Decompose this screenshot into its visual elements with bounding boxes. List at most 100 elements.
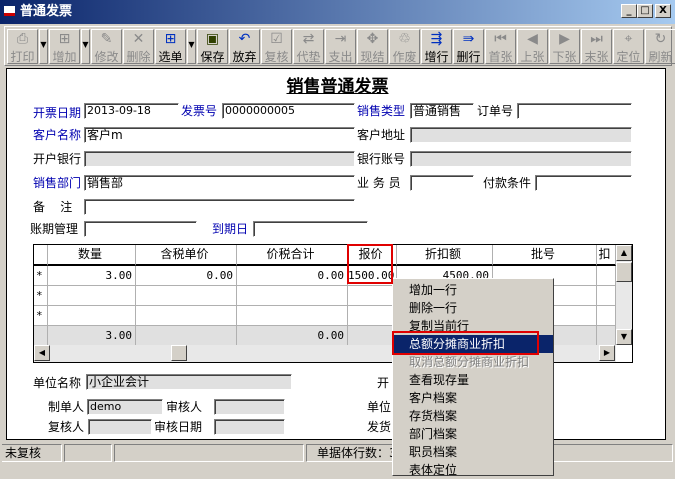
toolbar-button-9[interactable]: ⇥ 支出 <box>325 29 356 64</box>
toolbar-button-1[interactable]: ⊞ 增加 <box>49 29 80 64</box>
menu-item[interactable]: 增加一行 <box>393 281 553 299</box>
dropdown-arrow-icon[interactable]: ▼ <box>39 29 48 64</box>
table-cell[interactable] <box>136 306 237 326</box>
reviewer-input[interactable] <box>88 419 152 435</box>
table-cell[interactable]: 3.00 <box>48 266 136 286</box>
totals-cell[interactable] <box>597 326 616 346</box>
sale-type-select[interactable]: 普通销售 <box>410 103 474 119</box>
menu-item[interactable]: 表体定位 <box>393 461 553 479</box>
dropdown-arrow-icon[interactable]: ▼ <box>81 29 90 64</box>
scroll-down-icon[interactable]: ▼ <box>616 329 632 345</box>
toolbar-button-19[interactable]: ↻ 刷新 <box>645 29 675 64</box>
invoice-no-input[interactable]: 0000000005 <box>222 103 355 119</box>
totals-cell[interactable] <box>348 326 397 346</box>
menu-item[interactable]: 查看现存量 <box>393 371 553 389</box>
row-marker[interactable]: * <box>34 286 48 306</box>
scroll-left-icon[interactable]: ◀ <box>34 345 50 361</box>
column-header[interactable]: 价税合计 <box>237 245 348 266</box>
totals-cell[interactable] <box>136 326 237 346</box>
toolbar-button-2[interactable]: ✎ 修改 <box>91 29 122 64</box>
ship-label: 发货 <box>367 420 392 434</box>
toolbar-button-3[interactable]: ✕ 删除 <box>123 29 154 64</box>
credit-mgmt-input[interactable] <box>84 221 197 237</box>
review-icon: ☑ <box>270 31 283 47</box>
toolbar-button-16[interactable]: ▶ 下张 <box>549 29 580 64</box>
row-header-corner[interactable] <box>34 245 48 266</box>
highlight-box-price <box>347 244 393 284</box>
auditor-input[interactable] <box>214 399 285 415</box>
toolbar-button-14[interactable]: ⏮ 首张 <box>485 29 516 64</box>
bank-account-label: 银行账号 <box>357 152 406 166</box>
refresh-icon: ↻ <box>654 31 667 47</box>
department-input[interactable]: 销售部 <box>84 175 355 191</box>
column-header[interactable]: 折扣额 <box>397 245 493 266</box>
toolbar-button-10[interactable]: ✥ 现结 <box>357 29 388 64</box>
table-cell[interactable] <box>348 306 397 326</box>
scroll-thumb-h[interactable] <box>171 345 187 361</box>
bank-input[interactable] <box>84 151 355 167</box>
menu-item[interactable]: 删除一行 <box>393 299 553 317</box>
toolbar-label: 定位 <box>616 50 641 64</box>
scroll-right-icon[interactable]: ▶ <box>599 345 615 361</box>
menu-item[interactable]: 职员档案 <box>393 443 553 461</box>
audit-date-input[interactable] <box>214 419 285 435</box>
due-date-input[interactable] <box>253 221 368 237</box>
scroll-up-icon[interactable]: ▲ <box>616 245 632 261</box>
totals-marker[interactable] <box>34 326 48 346</box>
menu-item[interactable]: 部门档案 <box>393 425 553 443</box>
table-cell[interactable] <box>48 286 136 306</box>
cash-icon: ✥ <box>366 31 379 47</box>
toolbar-button-11[interactable]: ♲ 作废 <box>389 29 420 64</box>
invoice-date-input[interactable]: 2013-09-18 <box>84 103 179 119</box>
table-cell[interactable] <box>237 286 348 306</box>
payment-terms-input[interactable] <box>535 175 632 191</box>
column-header[interactable]: 批号 <box>493 245 597 266</box>
table-cell[interactable] <box>237 306 348 326</box>
toolbar-button-5[interactable]: ▣ 保存 <box>197 29 228 64</box>
maximize-button[interactable]: □ <box>637 4 653 18</box>
vertical-scrollbar[interactable]: ▲ ▼ <box>616 245 632 345</box>
column-header[interactable]: 扣 <box>597 245 616 266</box>
totals-cell[interactable]: 0.00 <box>237 326 348 346</box>
toolbar-button-0[interactable]: ⎙ 打印 <box>7 29 38 64</box>
column-header[interactable]: 数量 <box>48 245 136 266</box>
table-cell[interactable]: 0.00 <box>136 266 237 286</box>
toolbar-button-15[interactable]: ◀ 上张 <box>517 29 548 64</box>
table-cell[interactable] <box>597 306 616 326</box>
order-no-input[interactable] <box>517 103 632 119</box>
toolbar-button-7[interactable]: ☑ 复核 <box>261 29 292 64</box>
row-marker[interactable]: * <box>34 306 48 326</box>
toolbar-button-6[interactable]: ↶ 放弃 <box>229 29 260 64</box>
toolbar-button-12[interactable]: ⇶ 增行 <box>421 29 452 64</box>
dropdown-arrow-icon[interactable]: ▼ <box>187 29 196 64</box>
toolbar-button-8[interactable]: ⇄ 代垫 <box>293 29 324 64</box>
customer-input[interactable]: 客户m <box>84 127 355 143</box>
table-cell[interactable] <box>597 286 616 306</box>
toolbar: ⎙ 打印 ▼ ⊞ 增加 ▼ ✎ 修改 ✕ 删除 ⊞ 选单 ▼ ▣ 保存 ↶ 放弃 ☑ 复核 ⇄ 代垫 ⇥ 支出 ✥ 现结 ♲ 作废 ⇶… <box>4 26 675 66</box>
close-button[interactable]: X <box>655 4 671 18</box>
menu-item[interactable]: 客户档案 <box>393 389 553 407</box>
unit-label: 单位 <box>367 400 392 414</box>
toolbar-button-17[interactable]: ⏭ 末张 <box>581 29 612 64</box>
table-cell[interactable] <box>597 266 616 286</box>
table-cell[interactable]: 0.00 <box>237 266 348 286</box>
customer-address-input[interactable] <box>410 127 632 143</box>
table-cell[interactable] <box>136 286 237 306</box>
minimize-button[interactable]: _ <box>621 4 637 18</box>
column-header[interactable]: 含税单价 <box>136 245 237 266</box>
row-marker[interactable]: * <box>34 266 48 286</box>
scroll-thumb[interactable] <box>616 262 632 282</box>
menu-item[interactable]: 取消总额分摊商业折扣 <box>393 353 553 371</box>
totals-cell[interactable]: 3.00 <box>48 326 136 346</box>
bank-account-input[interactable] <box>410 151 632 167</box>
table-cell[interactable] <box>48 306 136 326</box>
toolbar-button-4[interactable]: ⊞ 选单 <box>155 29 186 64</box>
maker-input[interactable]: demo <box>87 399 163 415</box>
toolbar-button-13[interactable]: ⇛ 删行 <box>453 29 484 64</box>
table-cell[interactable] <box>348 286 397 306</box>
company-input[interactable]: 小企业会计 <box>86 374 292 390</box>
salesman-input[interactable] <box>410 175 474 191</box>
menu-item[interactable]: 存货档案 <box>393 407 553 425</box>
toolbar-button-18[interactable]: ⌖ 定位 <box>613 29 644 64</box>
remark-input[interactable] <box>84 199 355 215</box>
